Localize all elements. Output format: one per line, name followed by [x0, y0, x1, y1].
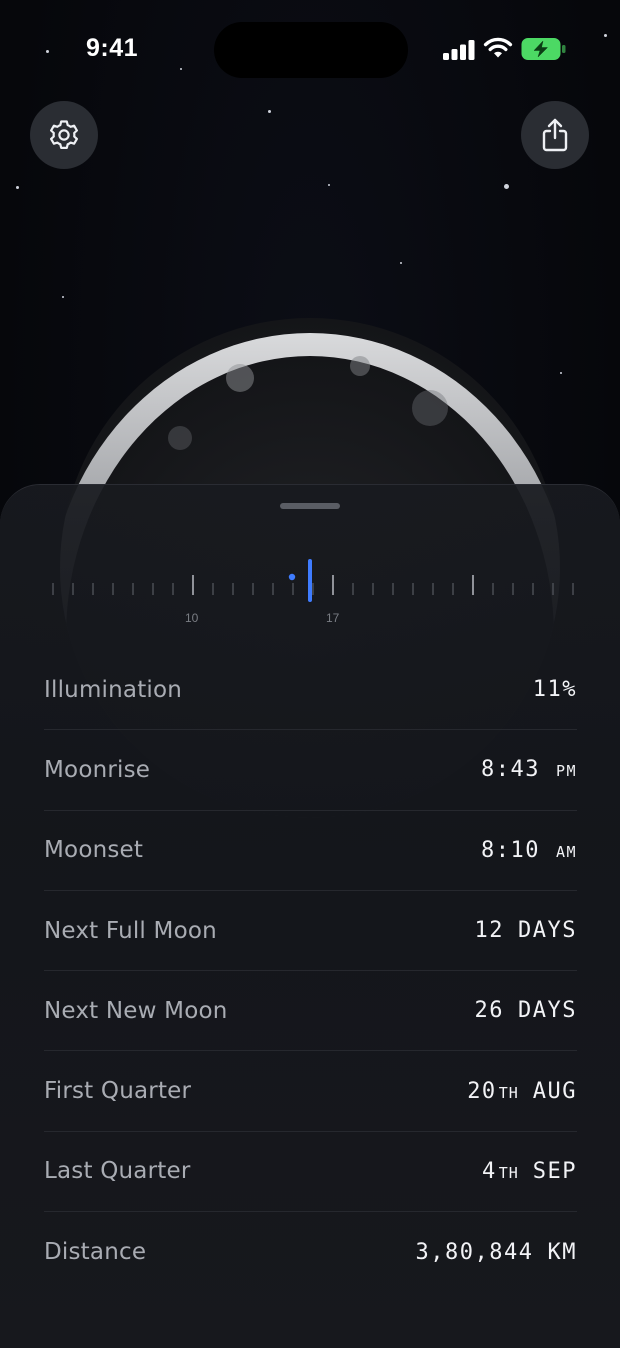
detail-row: Distance 3,80,844 KM [44, 1212, 577, 1292]
share-button[interactable] [521, 101, 589, 169]
detail-value: 20 TH AUG [467, 1079, 577, 1104]
detail-value-unit: PM [555, 762, 577, 781]
detail-label: Illumination [44, 676, 183, 703]
detail-value-unit: DAYS [518, 998, 577, 1024]
detail-value-number: 4 [481, 1158, 497, 1184]
timeline-today-dot [288, 573, 296, 581]
detail-value-unit: DAYS [518, 918, 577, 944]
detail-row: First Quarter 20 TH AUG [44, 1051, 577, 1132]
detail-row: Moonrise 8:43 PM [44, 730, 577, 811]
moon-app-screen: 9:41 10 17 Illumination 11% Moonrise 8:4… [0, 0, 620, 1348]
detail-label: Moonrise [44, 756, 151, 783]
day-timeline-slider[interactable]: 10 17 [0, 545, 620, 635]
detail-label: Moonset [44, 837, 144, 864]
detail-value-unit: AUG [532, 1078, 577, 1104]
detail-label: Next New Moon [44, 997, 228, 1024]
detail-value-ordinal: TH [498, 1163, 519, 1182]
status-time: 9:41 [86, 34, 139, 62]
detail-value: 8:43 PM [481, 757, 577, 782]
detail-row: Last Quarter 4 TH SEP [44, 1132, 577, 1213]
dynamic-island [214, 22, 408, 78]
tick-label-10: 10 [185, 611, 199, 625]
tick-label-17: 17 [326, 611, 340, 625]
detail-value: 8:10 AM [481, 838, 577, 863]
detail-value-unit: KM [547, 1239, 577, 1265]
detail-value: 26 DAYS [475, 998, 577, 1023]
gear-icon [50, 120, 78, 149]
wifi-icon [483, 37, 513, 58]
settings-button[interactable] [30, 101, 98, 169]
detail-row: Moonset 8:10 AM [44, 811, 577, 891]
detail-label: Last Quarter [44, 1158, 191, 1185]
detail-value: 4 TH SEP [482, 1159, 577, 1184]
detail-value-number: 8:10 [480, 837, 540, 863]
detail-label: Distance [44, 1239, 147, 1266]
detail-value-number: 8:43 [480, 757, 540, 783]
cellular-signal-icon [443, 40, 475, 60]
share-icon [542, 118, 568, 152]
timeline-selected-marker [308, 559, 312, 602]
detail-row: Illumination 11% [44, 650, 577, 731]
detail-value-number: 3,80,844 [415, 1239, 534, 1265]
detail-value: 11% [533, 677, 577, 702]
detail-label: First Quarter [44, 1078, 192, 1105]
detail-value: 3,80,844 KM [416, 1240, 577, 1265]
detail-value: 12 DAYS [475, 918, 577, 943]
detail-value-number: 12 [474, 918, 505, 944]
moon-details-list: Illumination 11% Moonrise 8:43 PM Moonset 8:10… [44, 650, 577, 1292]
detail-label: Next Full Moon [44, 917, 217, 944]
detail-value-number: 11% [532, 677, 577, 703]
detail-row: Next New Moon 26 DAYS [44, 971, 577, 1052]
detail-value-ordinal: TH [498, 1083, 519, 1102]
battery-charging-icon [521, 38, 566, 60]
sheet-drag-handle[interactable] [280, 503, 340, 509]
detail-row: Next Full Moon 12 DAYS [44, 891, 577, 972]
detail-value-number: 20 [467, 1078, 497, 1104]
detail-value-number: 26 [474, 998, 505, 1024]
status-bar: 9:41 [0, 0, 620, 100]
detail-value-unit: SEP [532, 1158, 577, 1184]
detail-value-unit: AM [555, 842, 577, 861]
moon-details-sheet[interactable]: 10 17 Illumination 11% Moonrise 8:43 PM Moons… [0, 484, 620, 1348]
timeline-ticks [52, 559, 574, 602]
